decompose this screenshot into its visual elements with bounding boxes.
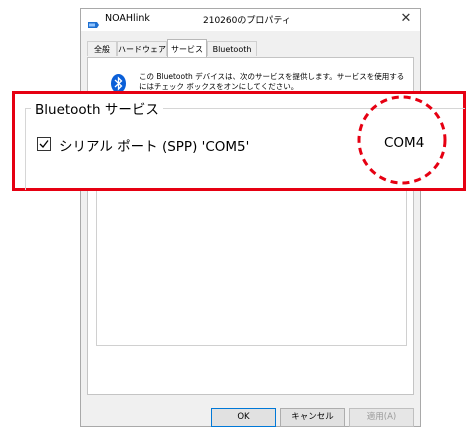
properties-dialog: NOAHlink 210260のプロパティ ✕ 全般 ハードウェア サービス B… bbox=[80, 8, 421, 427]
noahlink-icon bbox=[87, 15, 100, 28]
service-checkbox[interactable] bbox=[37, 137, 51, 151]
title-bar: NOAHlink 210260のプロパティ ✕ bbox=[81, 9, 420, 31]
dashed-circle-annotation bbox=[357, 95, 447, 185]
tab-general[interactable]: 全般 bbox=[87, 41, 117, 56]
window-app-name: NOAHlink bbox=[105, 13, 150, 24]
tab-hardware[interactable]: ハードウェア bbox=[117, 41, 167, 56]
group-title: Bluetooth サービス bbox=[31, 98, 163, 118]
zoom-callout: Bluetooth サービス シリアル ポート (SPP) 'COM5' COM… bbox=[12, 91, 466, 191]
service-description: この Bluetooth デバイスは、次のサービスを提供します。サービスを使用す… bbox=[139, 72, 405, 91]
window-title: 210260のプロパティ bbox=[203, 16, 291, 26]
apply-button[interactable]: 適用(A) bbox=[349, 408, 414, 427]
tab-bluetooth[interactable]: Bluetooth bbox=[207, 41, 257, 56]
screen: NOAHlink 210260のプロパティ ✕ 全般 ハードウェア サービス B… bbox=[0, 0, 466, 427]
checkmark-icon bbox=[39, 140, 49, 148]
ok-button[interactable]: OK bbox=[211, 408, 276, 427]
tab-services[interactable]: サービス bbox=[167, 39, 207, 57]
service-label: シリアル ポート (SPP) 'COM5' bbox=[59, 139, 250, 155]
close-button[interactable]: ✕ bbox=[398, 11, 414, 27]
cancel-button[interactable]: キャンセル bbox=[280, 408, 345, 427]
